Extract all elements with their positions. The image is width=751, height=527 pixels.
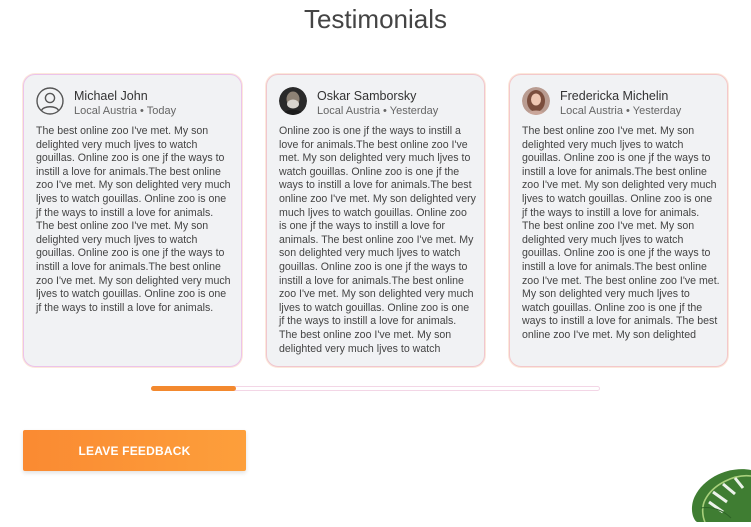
man-photo-avatar	[279, 87, 307, 115]
review-meta: Local Austria • Today	[74, 105, 177, 117]
carousel-scrollbar[interactable]	[151, 386, 600, 391]
review-text: The best online zoo I've met. My son del…	[36, 125, 231, 314]
review-meta: Local Austria • Yesterday	[560, 105, 682, 117]
reviewer-name: Oskar Samborsky	[317, 89, 417, 103]
user-outline-icon	[36, 87, 64, 115]
scrollbar-thumb[interactable]	[151, 386, 236, 391]
reviewer-name: Michael John	[74, 89, 148, 103]
woman-photo-avatar	[522, 87, 550, 115]
monstera-leaf-icon	[683, 462, 751, 523]
testimonial-card[interactable]: Fredericka Michelin Local Austria • Yest…	[509, 74, 728, 367]
testimonial-card[interactable]: Michael John Local Austria • Today The b…	[23, 74, 242, 367]
review-meta: Local Austria • Yesterday	[317, 105, 439, 117]
review-text: Online zoo is one jf the ways to instill…	[279, 125, 476, 355]
section-title: Testimonials	[303, 4, 448, 34]
leave-feedback-button[interactable]: Leave feedback	[23, 430, 246, 471]
review-text: The best online zoo I've met. My son del…	[522, 125, 720, 341]
reviewer-name: Fredericka Michelin	[560, 89, 669, 103]
testimonial-card[interactable]: Oskar Samborsky Local Austria • Yesterda…	[266, 74, 485, 367]
